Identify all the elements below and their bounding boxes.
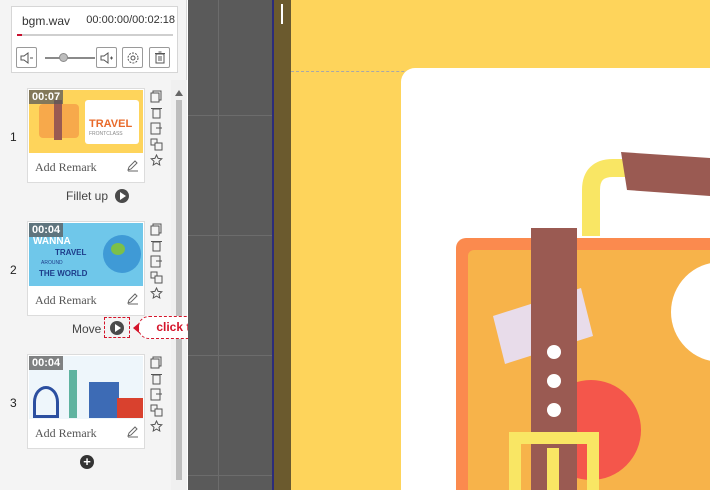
slide-thumbnail[interactable]: TRAVEL FRONTCLASS 00:07 — [29, 90, 143, 153]
add-remark[interactable]: Add Remark — [35, 293, 97, 308]
thumb-line1: WANNA — [33, 236, 71, 247]
thumb-line4: THE WORLD — [39, 269, 88, 278]
slide-duration: 00:04 — [29, 223, 64, 237]
transition-label-2: Move — [72, 322, 102, 336]
scroll-thumb[interactable] — [176, 100, 182, 480]
copy-icon[interactable] — [150, 90, 163, 103]
volume-down-button[interactable] — [16, 47, 37, 68]
add-remark[interactable]: Add Remark — [35, 160, 97, 175]
duplicate-icon[interactable] — [150, 138, 163, 151]
slide-thumbnail[interactable]: 00:04 — [29, 356, 143, 419]
star-icon[interactable] — [150, 287, 163, 300]
audio-player: bgm.wav 00:00:00/00:02:18 — [11, 6, 178, 73]
volume-slider[interactable] — [45, 53, 95, 62]
copy-icon[interactable] — [150, 223, 163, 236]
canvas-bleed — [274, 0, 291, 490]
thumb-wheel — [33, 386, 59, 418]
grid-line — [188, 355, 278, 356]
slide-duration: 00:04 — [29, 356, 64, 370]
thumb-line2: TRAVEL — [55, 248, 87, 257]
add-slide-button[interactable]: + — [80, 455, 94, 469]
delete-icon[interactable] — [150, 106, 163, 119]
slide-list-scrollbar[interactable] — [171, 80, 187, 490]
slide-duration: 00:07 — [29, 90, 64, 104]
delete-icon[interactable] — [150, 372, 163, 385]
edit-icon[interactable] — [126, 292, 139, 305]
slide-number: 1 — [10, 130, 17, 144]
add-remark[interactable]: Add Remark — [35, 426, 97, 441]
play-icon[interactable] — [115, 189, 129, 203]
audio-progress-fill — [17, 34, 22, 36]
slide-actions-1 — [150, 90, 164, 170]
volume-up-icon — [100, 51, 113, 64]
grid-line — [218, 0, 219, 490]
export-icon[interactable] — [150, 255, 163, 268]
audio-settings-button[interactable] — [122, 47, 143, 68]
star-icon[interactable] — [150, 154, 163, 167]
slide-card-1[interactable]: TRAVEL FRONTCLASS 00:07 Add Remark — [27, 88, 145, 183]
slide-canvas[interactable] — [291, 0, 710, 490]
volume-knob[interactable] — [58, 53, 68, 62]
duplicate-icon[interactable] — [150, 404, 163, 417]
thumb-subtitle: FRONTCLASS — [89, 131, 123, 137]
slide-list: 1 TRAVEL FRONTCLASS 00:07 Add Remark Fil… — [0, 80, 187, 490]
audio-delete-button[interactable] — [149, 47, 170, 68]
delete-icon[interactable] — [150, 239, 163, 252]
export-icon[interactable] — [150, 388, 163, 401]
thumb-statue — [69, 370, 77, 418]
trash-icon — [154, 51, 165, 64]
grid-line — [188, 115, 278, 116]
thumb-gate — [117, 398, 143, 418]
volume-down-icon — [20, 51, 33, 64]
thumb-globe — [103, 235, 141, 273]
thumb-land — [111, 243, 125, 255]
settings-icon — [127, 52, 138, 63]
scroll-up-arrow-icon[interactable] — [175, 90, 183, 96]
slide-card-2[interactable]: WANNA TRAVEL AROUND THE WORLD 00:04 Add … — [27, 221, 145, 316]
slide-thumbnail[interactable]: WANNA TRAVEL AROUND THE WORLD 00:04 — [29, 223, 143, 286]
audio-time: 00:00:00/00:02:18 — [86, 14, 175, 26]
audio-progress-bar[interactable] — [17, 34, 173, 36]
thumb-line3: AROUND — [41, 260, 63, 266]
left-panel: bgm.wav 00:00:00/00:02:18 1 TRAVEL FRONT… — [0, 0, 187, 490]
suitcase-illustration[interactable] — [291, 0, 710, 490]
canvas-area[interactable] — [188, 0, 710, 490]
preview-highlight — [104, 317, 130, 338]
thumb-building — [89, 382, 119, 418]
star-icon[interactable] — [150, 420, 163, 433]
edit-icon[interactable] — [126, 425, 139, 438]
copy-icon[interactable] — [150, 356, 163, 369]
add-icon: + — [83, 454, 91, 469]
grid-line — [188, 475, 278, 476]
slide-number: 3 — [10, 396, 17, 410]
slide-actions-3 — [150, 356, 164, 436]
thumb-title: TRAVEL — [89, 118, 133, 130]
export-icon[interactable] — [150, 122, 163, 135]
duplicate-icon[interactable] — [150, 271, 163, 284]
grid-line — [188, 235, 278, 236]
edit-icon[interactable] — [126, 159, 139, 172]
slide-card-3[interactable]: 00:04 Add Remark — [27, 354, 145, 449]
transition-label-1: Fillet up — [66, 189, 109, 203]
slide-number: 2 — [10, 263, 17, 277]
canvas-position-marker[interactable] — [281, 4, 283, 24]
slide-actions-2 — [150, 223, 164, 303]
thumb-strap — [54, 100, 62, 140]
volume-up-button[interactable] — [96, 47, 117, 68]
audio-filename: bgm.wav — [22, 14, 71, 28]
